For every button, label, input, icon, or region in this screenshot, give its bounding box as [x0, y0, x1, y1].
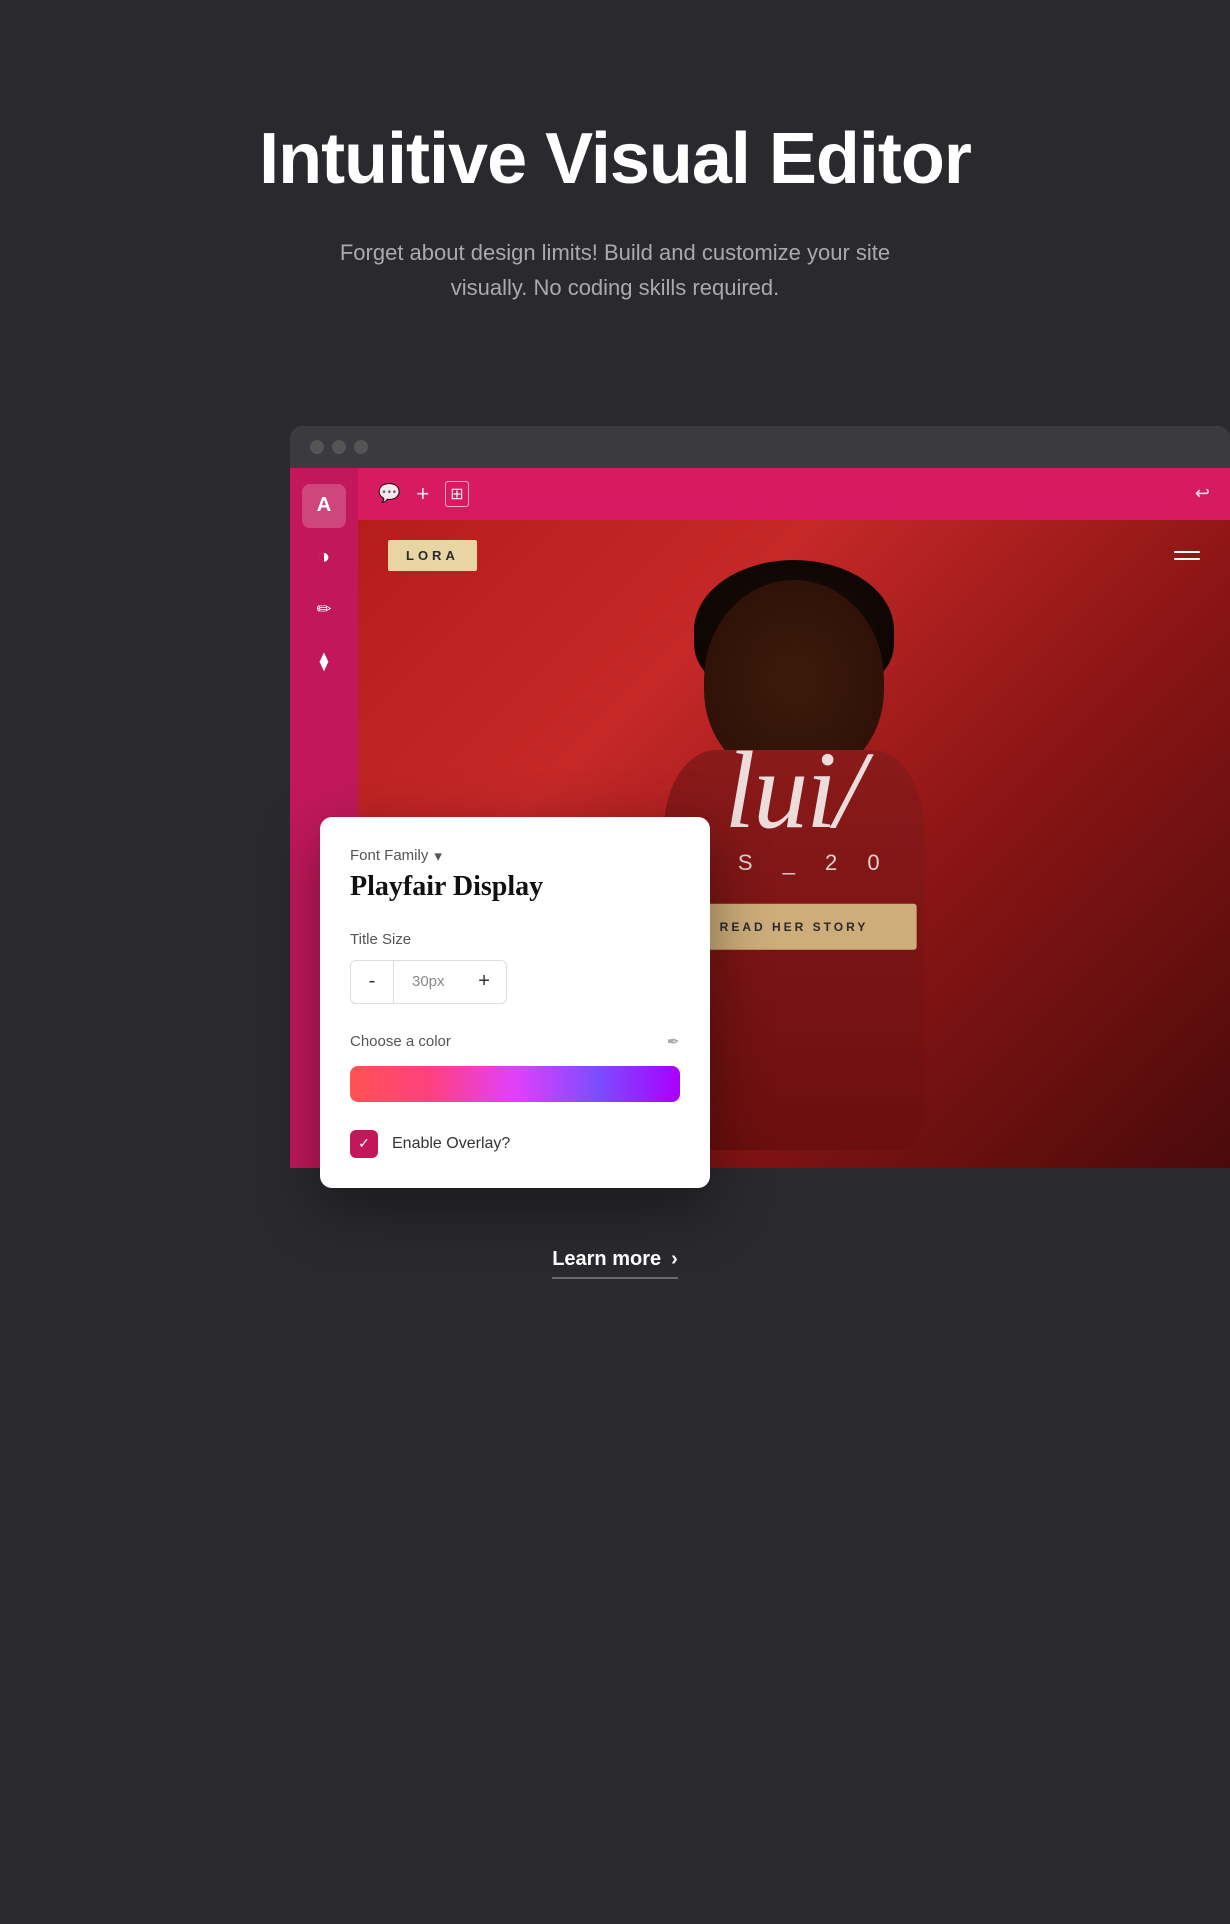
size-control: - 30px + — [350, 960, 680, 1004]
brush-icon: ✏ — [316, 599, 331, 620]
size-value-display: 30px — [394, 960, 463, 1004]
learn-more-link[interactable]: Learn more › — [552, 1248, 678, 1279]
browser-dot-3 — [354, 440, 368, 454]
overlay-checkbox[interactable]: ✓ — [350, 1130, 378, 1158]
fill-icon: ⧫ — [320, 651, 329, 672]
theme-icon: ◑ — [318, 546, 330, 569]
hamburger-menu[interactable] — [1174, 551, 1200, 560]
text-tool-button[interactable]: A — [302, 484, 346, 528]
undo-icon[interactable]: ↩ — [1195, 483, 1210, 504]
brush-tool-button[interactable]: ✏ — [302, 588, 346, 632]
add-element-icon[interactable]: + — [416, 481, 429, 507]
increase-size-button[interactable]: + — [463, 960, 507, 1004]
layout-icon[interactable]: ⊞ — [445, 481, 468, 507]
editor-panel: Font Family ▾ Playfair Display Title Siz… — [320, 817, 710, 1188]
learn-more-text: Learn more — [552, 1248, 661, 1271]
color-section-label: Choose a color ✒ — [350, 1032, 680, 1052]
font-family-label: Font Family ▾ — [350, 847, 680, 865]
site-logo: LORA — [388, 540, 477, 571]
overlay-label: Enable Overlay? — [392, 1135, 510, 1153]
browser-mockup: A ◑ ✏ ⧫ 💬 + ⊞ ↩ — [290, 426, 1230, 1168]
theme-tool-button[interactable]: ◑ — [302, 536, 346, 580]
hero-title: Intuitive Visual Editor — [40, 120, 1190, 199]
learn-more-arrow-icon: › — [671, 1248, 678, 1271]
editor-toolbar: 💬 + ⊞ ↩ — [358, 468, 1230, 520]
browser-chrome — [290, 426, 1230, 468]
font-family-value: Playfair Display — [350, 871, 680, 903]
overlay-row: ✓ Enable Overlay? — [350, 1130, 680, 1158]
font-family-text: Font Family — [350, 847, 428, 864]
browser-dot-1 — [310, 440, 324, 454]
choose-color-text: Choose a color — [350, 1033, 451, 1050]
fill-tool-button[interactable]: ⧫ — [302, 640, 346, 684]
font-family-dropdown-icon[interactable]: ▾ — [434, 847, 442, 865]
hero-subtitle: Forget about design limits! Build and cu… — [325, 235, 905, 305]
hamburger-line-2 — [1174, 558, 1200, 560]
check-icon: ✓ — [358, 1135, 370, 1152]
text-icon: A — [317, 494, 331, 517]
hamburger-line-1 — [1174, 551, 1200, 553]
color-gradient-bar[interactable] — [350, 1066, 680, 1102]
site-nav: LORA — [358, 520, 1230, 591]
eyedropper-icon[interactable]: ✒ — [667, 1032, 680, 1052]
decrease-size-button[interactable]: - — [350, 960, 394, 1004]
learn-more-section: Learn more › — [0, 1168, 1230, 1359]
browser-dot-2 — [332, 440, 346, 454]
hero-section: Intuitive Visual Editor Forget about des… — [0, 0, 1230, 366]
chat-icon[interactable]: 💬 — [378, 483, 400, 504]
title-size-label: Title Size — [350, 931, 680, 948]
